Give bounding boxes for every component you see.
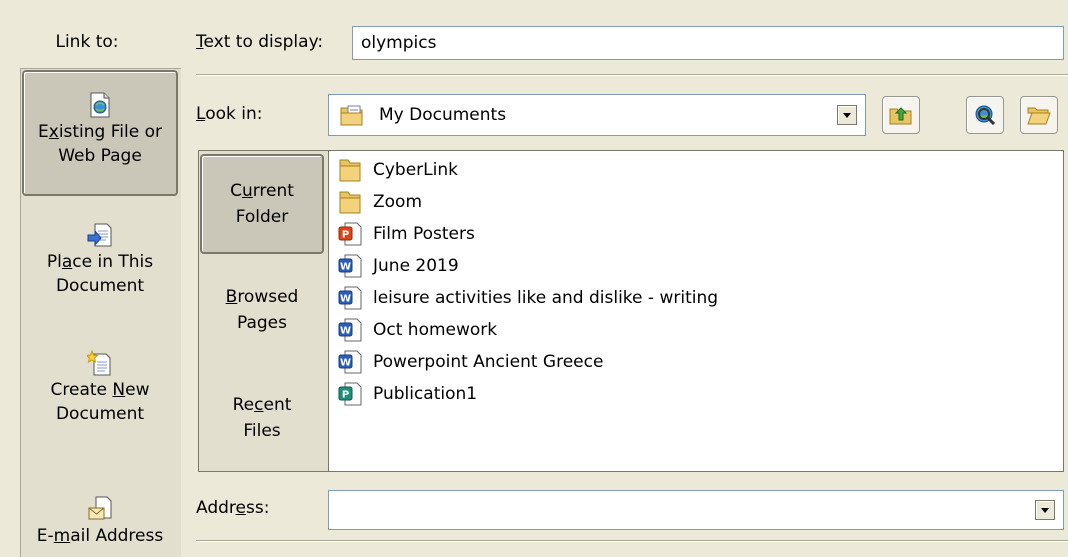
link-to-label: Link to: bbox=[55, 32, 119, 52]
file-name: Film Posters bbox=[373, 224, 475, 244]
list-item[interactable]: W leisure activities like and dislike - … bbox=[337, 283, 718, 313]
list-item[interactable]: W Powerpoint Ancient Greece bbox=[337, 347, 603, 377]
look-in-label: Look in: bbox=[196, 104, 263, 124]
up-one-folder-icon bbox=[889, 107, 912, 125]
folder-icon bbox=[339, 191, 361, 214]
folder-icon bbox=[339, 159, 361, 182]
list-item[interactable]: P Film Posters bbox=[337, 219, 475, 249]
svg-text:W: W bbox=[340, 294, 351, 305]
existing-file-icon bbox=[90, 92, 110, 118]
word-file-icon: W bbox=[338, 350, 362, 374]
my-documents-folder-icon bbox=[340, 105, 363, 126]
text-to-display-label: Text to display: bbox=[196, 32, 324, 52]
list-item[interactable]: CyberLink bbox=[337, 155, 458, 185]
link-create-new-document-button[interactable]: Create New Document bbox=[22, 350, 178, 446]
file-name: Powerpoint Ancient Greece bbox=[373, 352, 604, 372]
look-in-value: My Documents bbox=[379, 105, 507, 125]
file-name: Publication1 bbox=[373, 384, 478, 404]
browsed-pages-button[interactable]: Browsed Pages bbox=[200, 284, 324, 344]
email-address-icon bbox=[88, 496, 112, 520]
svg-text:W: W bbox=[340, 326, 351, 337]
list-item[interactable]: Zoom bbox=[337, 187, 422, 217]
file-name: leisure activities like and dislike - wr… bbox=[373, 288, 719, 308]
file-name: Oct homework bbox=[373, 320, 498, 340]
browse-file-icon bbox=[1027, 107, 1051, 125]
file-name: June 2019 bbox=[373, 256, 459, 276]
svg-text:W: W bbox=[340, 358, 351, 369]
link-existing-file-button[interactable]: Existing File or Web Page bbox=[22, 70, 178, 196]
link-email-address-button[interactable]: E-mail Address bbox=[22, 496, 178, 556]
svg-text:P: P bbox=[342, 390, 349, 401]
list-item[interactable]: W June 2019 bbox=[337, 251, 459, 281]
up-one-folder-button[interactable] bbox=[882, 96, 920, 134]
look-in-dropdown[interactable]: My Documents bbox=[328, 94, 866, 136]
address-label: Address: bbox=[196, 498, 270, 518]
word-file-icon: W bbox=[338, 254, 362, 278]
list-item[interactable]: P Publication1 bbox=[337, 379, 477, 409]
separator bbox=[196, 540, 1068, 542]
browse-web-button[interactable] bbox=[966, 96, 1004, 134]
link-place-in-document-button[interactable]: Place in This Document bbox=[22, 222, 178, 318]
place-in-document-icon bbox=[87, 223, 112, 247]
list-item[interactable]: W Oct homework bbox=[337, 315, 497, 345]
svg-text:P: P bbox=[342, 230, 349, 241]
current-folder-button[interactable]: Current Folder bbox=[200, 154, 324, 254]
separator bbox=[196, 74, 1068, 76]
address-input[interactable] bbox=[328, 490, 1064, 530]
file-name: Zoom bbox=[373, 192, 423, 212]
publisher-file-icon: P bbox=[338, 382, 362, 406]
file-name: CyberLink bbox=[373, 160, 458, 180]
look-in-dropdown-arrow[interactable] bbox=[837, 105, 857, 125]
create-new-document-icon bbox=[87, 350, 111, 376]
powerpoint-file-icon: P bbox=[338, 222, 362, 246]
text-to-display-input[interactable] bbox=[352, 26, 1064, 60]
address-dropdown-arrow[interactable] bbox=[1035, 500, 1055, 520]
svg-text:W: W bbox=[340, 262, 351, 273]
word-file-icon: W bbox=[338, 318, 362, 342]
file-list[interactable]: CyberLink Zoom P Film Posters W June 201… bbox=[328, 150, 1064, 472]
recent-files-button[interactable]: Recent Files bbox=[200, 392, 324, 452]
browse-web-icon bbox=[975, 105, 996, 126]
browse-file-button[interactable] bbox=[1020, 96, 1058, 134]
word-file-icon: W bbox=[338, 286, 362, 310]
